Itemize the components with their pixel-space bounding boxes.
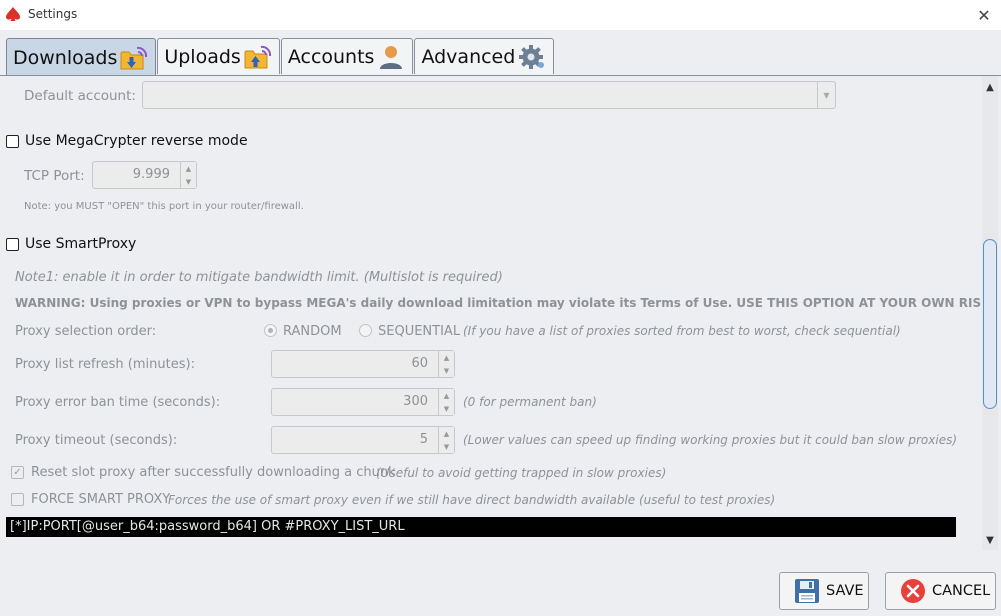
scroll-up-arrow-icon[interactable]: ▲ bbox=[982, 79, 998, 95]
save-button[interactable]: SAVE bbox=[779, 572, 869, 610]
scroll-down-arrow-icon[interactable]: ▼ bbox=[982, 532, 998, 548]
random-radio[interactable] bbox=[264, 324, 277, 337]
refresh-label: Proxy list refresh (minutes): bbox=[15, 357, 195, 372]
folder-upload-icon bbox=[244, 45, 271, 68]
warning-text: WARNING: Using proxies or VPN to bypass … bbox=[15, 296, 995, 310]
megacrypter-label: Use MegaCrypter reverse mode bbox=[25, 133, 248, 149]
megacrypter-checkbox[interactable] bbox=[6, 135, 19, 148]
timeout-spinner[interactable]: 5 ▲ ▼ bbox=[271, 426, 455, 454]
reset-slot-label: Reset slot proxy after successfully down… bbox=[31, 465, 396, 480]
vertical-scrollbar[interactable]: ▲ ▼ bbox=[982, 76, 998, 550]
cancel-label: CANCEL bbox=[932, 583, 991, 599]
save-label: SAVE bbox=[826, 583, 864, 599]
default-account-select[interactable]: ▼ bbox=[142, 81, 836, 109]
up-arrow-icon: ▲ bbox=[185, 164, 192, 173]
ban-time-hint: (0 for permanent ban) bbox=[463, 395, 597, 409]
chevron-down-icon: ▼ bbox=[817, 82, 835, 108]
note1-text: Note1: enable it in order to mitigate ba… bbox=[15, 270, 503, 285]
selection-order-label: Proxy selection order: bbox=[15, 324, 157, 339]
tab-accounts-label: Accounts bbox=[287, 45, 375, 68]
spade-app-icon bbox=[6, 7, 20, 21]
timeout-stepper[interactable]: ▲ ▼ bbox=[438, 427, 454, 453]
timeout-value: 5 bbox=[419, 432, 428, 447]
tab-downloads-label: Downloads bbox=[13, 46, 118, 69]
refresh-spinner[interactable]: 60 ▲ ▼ bbox=[271, 350, 455, 378]
tcp-port-label: TCP Port: bbox=[24, 168, 85, 184]
refresh-stepper[interactable]: ▲ ▼ bbox=[438, 351, 454, 377]
sequential-radio[interactable] bbox=[359, 324, 372, 337]
selection-hint: (If you have a list of proxies sorted fr… bbox=[463, 324, 901, 338]
title-bar: Settings ✕ bbox=[0, 0, 1001, 30]
up-arrow-icon: ▲ bbox=[443, 353, 450, 362]
down-arrow-icon: ▼ bbox=[185, 177, 192, 186]
ban-time-label: Proxy error ban time (seconds): bbox=[15, 395, 221, 410]
force-smart-proxy-hint: Forces the use of smart proxy even if we… bbox=[168, 493, 776, 507]
tcp-port-spinner[interactable]: 9.999 ▲ ▼ bbox=[92, 161, 197, 189]
cancel-button[interactable]: CANCEL bbox=[885, 572, 996, 610]
random-radio-label: RANDOM bbox=[283, 324, 342, 339]
tcp-port-value: 9.999 bbox=[132, 167, 170, 182]
close-button[interactable]: ✕ bbox=[967, 0, 1001, 30]
smartproxy-label: Use SmartProxy bbox=[25, 236, 137, 252]
reset-slot-hint: (Useful to avoid getting trapped in slow… bbox=[376, 466, 667, 480]
folder-download-icon bbox=[120, 46, 148, 69]
tab-uploads[interactable]: Uploads bbox=[157, 38, 280, 74]
checkmark-icon: ✓ bbox=[13, 467, 22, 478]
tcp-note: Note: you MUST "OPEN" this port in your … bbox=[24, 201, 304, 212]
window-title: Settings bbox=[28, 7, 78, 21]
timeout-label: Proxy timeout (seconds): bbox=[15, 433, 178, 448]
force-smart-proxy-label: FORCE SMART PROXY bbox=[31, 492, 171, 507]
timeout-hint: (Lower values can speed up finding worki… bbox=[463, 433, 958, 447]
down-arrow-icon: ▼ bbox=[443, 404, 450, 413]
down-arrow-icon: ▼ bbox=[443, 442, 450, 451]
reset-slot-checkbox[interactable]: ✓ bbox=[11, 466, 24, 479]
tab-accounts[interactable]: Accounts bbox=[280, 38, 414, 74]
downloads-panel: Default account: ▼ Use MegaCrypter rever… bbox=[0, 75, 1001, 550]
floppy-disk-icon bbox=[795, 579, 819, 603]
scrollbar-thumb[interactable] bbox=[983, 239, 997, 409]
default-account-label: Default account: bbox=[24, 88, 136, 104]
user-icon bbox=[380, 45, 403, 69]
up-arrow-icon: ▲ bbox=[443, 429, 450, 438]
tcp-port-stepper[interactable]: ▲ ▼ bbox=[180, 162, 196, 188]
up-arrow-icon: ▲ bbox=[443, 391, 450, 400]
tab-bar: Downloads Uploads Accounts Advanced bbox=[6, 38, 555, 76]
refresh-value: 60 bbox=[411, 356, 428, 371]
down-arrow-icon: ▼ bbox=[443, 366, 450, 375]
tab-advanced[interactable]: Advanced bbox=[414, 38, 555, 74]
cancel-x-icon bbox=[901, 579, 925, 603]
smartproxy-checkbox[interactable] bbox=[6, 238, 19, 251]
ban-time-value: 300 bbox=[403, 394, 428, 409]
force-smart-proxy-checkbox[interactable] bbox=[11, 493, 24, 506]
proxy-list-textarea[interactable]: [*]IP:PORT[@user_b64:password_b64] OR #P… bbox=[6, 517, 956, 537]
ban-time-spinner[interactable]: 300 ▲ ▼ bbox=[271, 388, 455, 416]
gear-icon bbox=[519, 44, 545, 69]
sequential-radio-label: SEQUENTIAL bbox=[378, 324, 461, 339]
tab-advanced-label: Advanced bbox=[421, 45, 516, 68]
tab-uploads-label: Uploads bbox=[164, 45, 241, 68]
ban-time-stepper[interactable]: ▲ ▼ bbox=[438, 389, 454, 415]
tab-downloads[interactable]: Downloads bbox=[6, 38, 157, 76]
